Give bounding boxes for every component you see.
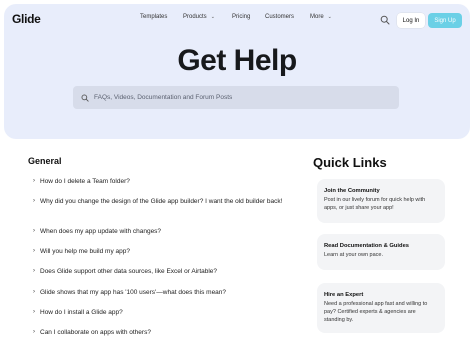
card-description: Learn at your own pace. bbox=[324, 252, 384, 258]
chevron-down-icon: ⌄ bbox=[210, 14, 215, 20]
faq-item[interactable]: › Why did you change the design of the G… bbox=[33, 197, 288, 207]
card-title: Hire an Expert bbox=[324, 292, 364, 298]
faq-item[interactable]: › Glide shows that my app has '100 users… bbox=[33, 288, 288, 298]
chevron-right-icon: › bbox=[33, 228, 35, 234]
signup-button[interactable]: Sign Up bbox=[428, 13, 462, 28]
faq-question: Why did you change the design of the Gli… bbox=[40, 198, 283, 205]
general-heading: General bbox=[28, 156, 62, 166]
faq-question: Can I collaborate on apps with others? bbox=[40, 329, 151, 336]
chevron-right-icon: › bbox=[33, 178, 35, 184]
nav-templates[interactable]: Templates bbox=[140, 14, 167, 20]
faq-question: How do I delete a Team folder? bbox=[40, 178, 130, 185]
faq-item[interactable]: › When does my app update with changes? bbox=[33, 227, 288, 237]
chevron-right-icon: › bbox=[33, 309, 35, 315]
nav-more-label: More bbox=[310, 14, 324, 20]
faq-item[interactable]: › How do I install a Glide app? bbox=[33, 308, 288, 318]
faq-question: How do I install a Glide app? bbox=[40, 309, 123, 316]
glide-logo[interactable]: Glide bbox=[12, 12, 41, 26]
faq-question: When does my app update with changes? bbox=[40, 228, 162, 235]
search-icon bbox=[81, 94, 89, 102]
chevron-right-icon: › bbox=[33, 289, 35, 295]
nav-products[interactable]: Products ⌄ bbox=[183, 14, 215, 20]
page-title: Get Help bbox=[177, 44, 297, 77]
faq-item[interactable]: › How do I delete a Team folder? bbox=[33, 177, 288, 187]
faq-question: Does Glide support other data sources, l… bbox=[40, 268, 218, 275]
card-description: Post in our lively forum for quick help … bbox=[324, 197, 426, 211]
nav-customers[interactable]: Customers bbox=[265, 14, 294, 20]
search-icon[interactable] bbox=[380, 15, 390, 25]
faq-item[interactable]: › Will you help me build my app? bbox=[33, 247, 288, 257]
card-title: Join the Community bbox=[324, 188, 380, 194]
nav-pricing[interactable]: Pricing bbox=[232, 14, 250, 20]
faq-item[interactable]: › Can I collaborate on apps with others? bbox=[33, 328, 288, 338]
quick-link-card-docs[interactable]: Read Documentation & Guides Learn at you… bbox=[317, 234, 445, 270]
chevron-right-icon: › bbox=[33, 329, 35, 335]
nav-customers-label: Customers bbox=[265, 14, 295, 20]
faq-question: Will you help me build my app? bbox=[40, 248, 130, 255]
faq-item[interactable]: › Does Glide support other data sources,… bbox=[33, 267, 288, 277]
nav-pricing-label: Pricing bbox=[232, 14, 251, 20]
nav-templates-label: Templates bbox=[140, 14, 168, 20]
help-search-bar[interactable] bbox=[73, 86, 399, 109]
login-button[interactable]: Log In bbox=[397, 13, 425, 28]
quick-link-card-expert[interactable]: Hire an Expert Need a professional app f… bbox=[317, 283, 445, 333]
chevron-right-icon: › bbox=[33, 268, 35, 274]
chevron-right-icon: › bbox=[33, 198, 35, 204]
chevron-down-icon: ⌄ bbox=[327, 14, 332, 20]
faq-question: Glide shows that my app has '100 users'—… bbox=[40, 289, 227, 296]
quick-links-heading: Quick Links bbox=[313, 155, 387, 170]
quick-link-card-community[interactable]: Join the Community Post in our lively fo… bbox=[317, 179, 445, 223]
nav-more[interactable]: More ⌄ bbox=[310, 14, 332, 20]
card-title: Read Documentation & Guides bbox=[324, 243, 410, 249]
nav-products-label: Products bbox=[183, 14, 207, 20]
help-search-input[interactable] bbox=[94, 94, 384, 101]
chevron-right-icon: › bbox=[33, 248, 35, 254]
card-description: Need a professional app fast and willing… bbox=[324, 301, 428, 323]
